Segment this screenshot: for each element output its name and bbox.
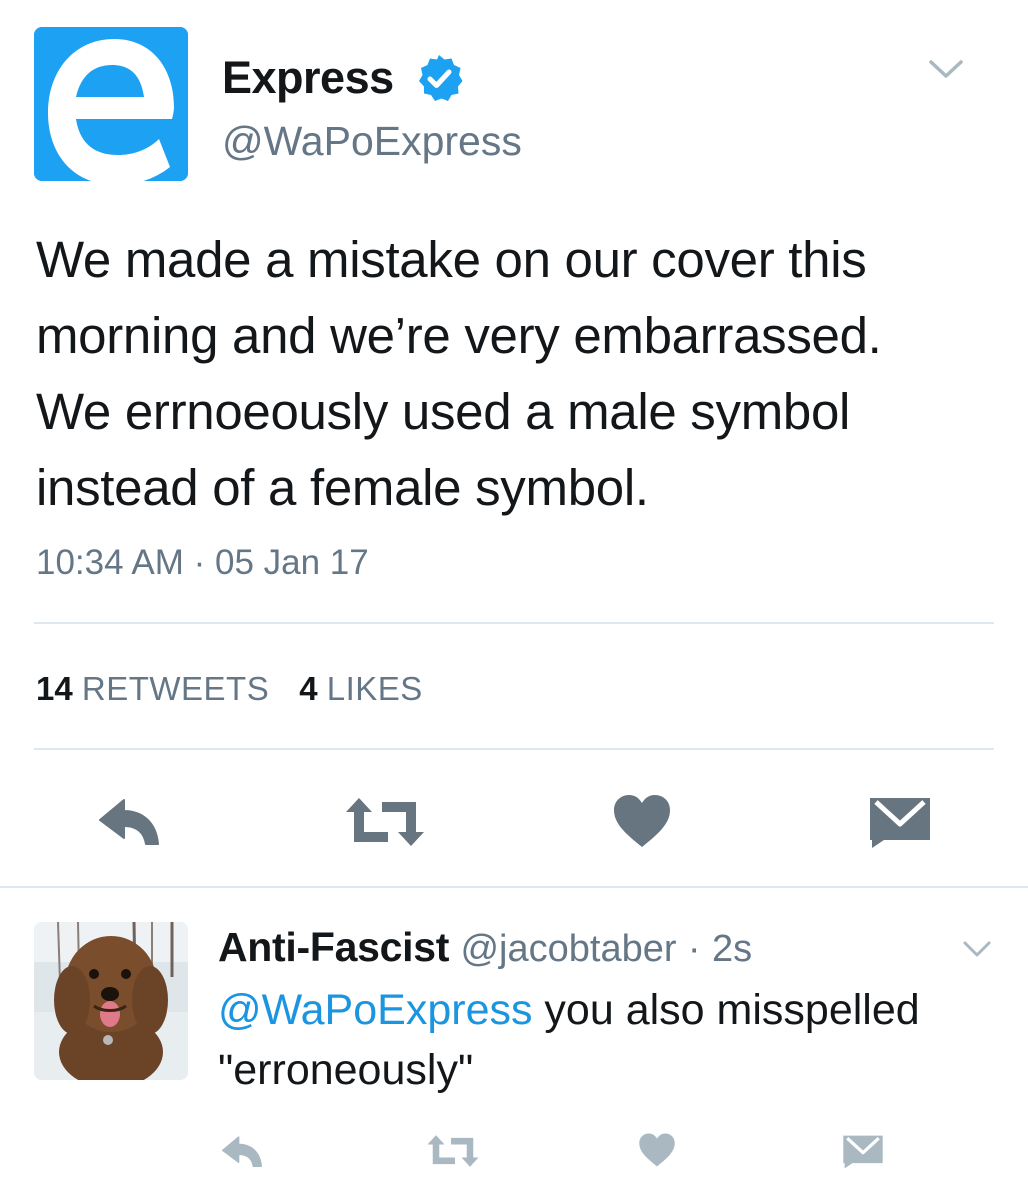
like-button[interactable]: [638, 1132, 676, 1168]
reply-author-handle[interactable]: @jacobtaber: [460, 928, 676, 970]
reply-separator: ·: [687, 928, 701, 970]
reply-text: @WaPoExpress you also misspelled "errone…: [218, 980, 1008, 1100]
reply-text-line: "erroneously": [218, 1046, 474, 1094]
divider: [34, 622, 994, 624]
retweet-icon: [427, 1135, 479, 1167]
direct-message-button[interactable]: [842, 1134, 884, 1170]
reply-icon: [222, 1136, 262, 1167]
like-icon: [639, 1133, 675, 1167]
reply-button[interactable]: [96, 796, 162, 852]
express-avatar[interactable]: [34, 27, 188, 181]
retweets-stat[interactable]: 14 RETWEETS: [36, 670, 269, 707]
direct-message-button[interactable]: [868, 796, 932, 850]
tweet-text-line: morning and we’re very embarrassed.: [36, 307, 882, 364]
reply-header: Anti-Fascist @jacobtaber · 2s: [218, 920, 752, 976]
express-logo-icon: [34, 27, 188, 181]
like-icon: [614, 795, 670, 847]
tweet-text-line: instead of a female symbol.: [36, 459, 649, 516]
retweet-button[interactable]: [426, 1134, 480, 1168]
reply-button[interactable]: [220, 1134, 264, 1172]
verified-badge-icon: [414, 53, 464, 103]
reply-text-line: @WaPoExpress you also misspelled: [218, 980, 1008, 1040]
dog-avatar-icon: [34, 922, 188, 1080]
retweet-button[interactable]: [344, 796, 426, 848]
reply-author-name[interactable]: Anti-Fascist: [218, 924, 449, 970]
likes-stat[interactable]: 4 LIKES: [299, 670, 423, 707]
tweet-text-line: We errnoeously used a male symbol: [36, 383, 851, 440]
chevron-down-icon[interactable]: [962, 940, 992, 960]
like-button[interactable]: [612, 793, 672, 849]
divider: [34, 748, 994, 750]
chevron-down-icon[interactable]: [928, 58, 964, 82]
tweet-stats: 14 RETWEETS 4 LIKES: [36, 666, 423, 712]
tweet-text: We made a mistake on our cover this morn…: [36, 222, 996, 526]
reply-avatar[interactable]: [34, 922, 188, 1080]
reply-icon: [99, 799, 159, 845]
author-handle[interactable]: @WaPoExpress: [222, 115, 522, 167]
direct-message-icon: [843, 1135, 883, 1169]
mention-link[interactable]: @WaPoExpress: [218, 986, 532, 1034]
author-name[interactable]: Express: [222, 50, 394, 106]
likes-label: LIKES: [326, 670, 423, 707]
likes-count: 4: [299, 670, 318, 707]
retweets-count: 14: [36, 670, 73, 707]
retweets-label: RETWEETS: [81, 670, 270, 707]
tweet-text-line: We made a mistake on our cover this: [36, 231, 867, 288]
direct-message-icon: [870, 798, 930, 848]
divider: [0, 886, 1028, 888]
retweet-icon: [346, 798, 424, 846]
reply-timestamp[interactable]: 2s: [712, 928, 752, 970]
tweet-timestamp[interactable]: 10:34 AM · 05 Jan 17: [36, 539, 369, 587]
reply-text-segment: you also misspelled: [532, 986, 920, 1034]
